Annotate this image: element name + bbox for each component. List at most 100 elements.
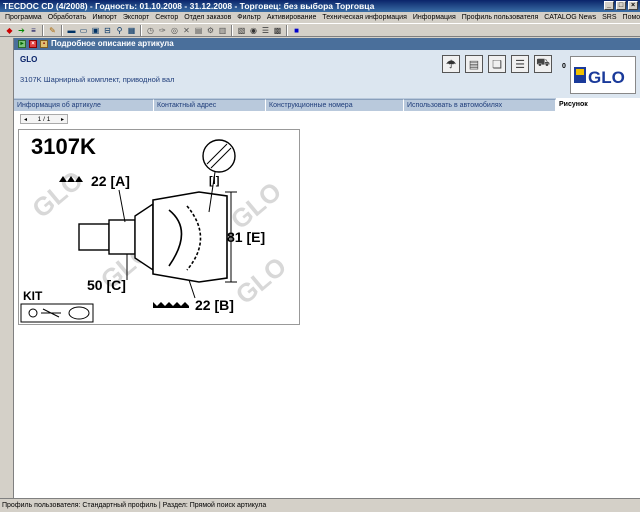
list-button[interactable]: ☰ [511, 55, 529, 73]
tab-drawing[interactable]: Рисунок [556, 98, 640, 111]
watermark-3: GLO [225, 176, 287, 235]
next-image-button[interactable]: ▸ [58, 116, 67, 123]
menu-help[interactable]: Помощь [620, 12, 640, 23]
dimension-i: [I] [209, 175, 220, 187]
cart-counter: 0 [562, 63, 566, 70]
note-button[interactable]: ☂ [442, 55, 460, 73]
dimension-b-leader [188, 279, 196, 299]
toolbar-separator [140, 24, 142, 36]
menu-tech-info[interactable]: Техническая информация [319, 12, 410, 23]
window-title-bar: TECDOC CD (4/2008) - Годность: 01.10.200… [0, 0, 640, 12]
list-icon[interactable]: ☰ [260, 25, 271, 36]
diamond-icon[interactable]: ◆ [4, 25, 15, 36]
tire-icon[interactable]: ◉ [248, 25, 259, 36]
axle-icon[interactable]: ⊟ [102, 25, 113, 36]
part-drawing-frame: GLO GLO GLO GLO 3107K [I] 22 [A] 50 [C] … [18, 129, 300, 325]
bars-icon[interactable]: ≡ [28, 25, 39, 36]
menu-activation[interactable]: Активирование [264, 12, 320, 23]
menu-process[interactable]: Обработать [45, 12, 90, 23]
joint-body [152, 191, 228, 283]
database-icon[interactable]: ▩ [272, 25, 283, 36]
dimension-a-leader [118, 189, 126, 223]
article-description: 3107K Шарнирный комплект, приводной вал [20, 75, 175, 84]
menu-sector[interactable]: Сектор [152, 12, 181, 23]
panel-header: ▸ × ▪ Подробное описание артикула [14, 38, 640, 50]
tab-bar: Информация об артикуле Контактный адрес … [14, 98, 640, 111]
dimension-a: 22 [A] [91, 173, 130, 189]
article-action-buttons: ☂ ▤ ❏ ☰ ⛟ [442, 55, 552, 73]
dimension-b: 22 [B] [195, 297, 234, 313]
spline-b-icon [153, 302, 189, 308]
copy-button[interactable]: ❏ [488, 55, 506, 73]
menu-bar: Программа Обработать Импорт Экспорт Сект… [0, 12, 640, 23]
parts-icon[interactable]: ▦ [126, 25, 137, 36]
tab-construction-numbers[interactable]: Конструкционные номера [266, 99, 404, 111]
toolbar-separator [42, 24, 44, 36]
watermark-4: GLO [230, 251, 292, 310]
close-button[interactable]: × [628, 1, 638, 10]
gear-icon[interactable]: ⚙ [205, 25, 216, 36]
pager-text: 1 / 1 [37, 115, 51, 123]
dimension-c: 50 [C] [87, 277, 126, 293]
detail-circle [202, 139, 236, 173]
maximize-button[interactable]: □ [616, 1, 626, 10]
tab-vehicle-usage[interactable]: Использовать в автомобилях [404, 99, 556, 111]
car-icon[interactable]: ▬ [66, 25, 77, 36]
part-drawing: GLO GLO GLO GLO 3107K [I] 22 [A] 50 [C] … [20, 134, 292, 323]
truck-icon[interactable]: ▭ [78, 25, 89, 36]
note-icon: ☂ [446, 58, 456, 71]
window-title: TECDOC CD (4/2008) - Годность: 01.10.200… [3, 1, 375, 11]
cart-icon: ⛟ [536, 57, 550, 69]
toolbar-separator [286, 24, 288, 36]
kit-label: KIT [23, 289, 43, 303]
menu-import[interactable]: Импорт [89, 12, 119, 23]
arrow-right-icon[interactable]: ➔ [16, 25, 27, 36]
engine-icon[interactable]: ▣ [90, 25, 101, 36]
menu-srs[interactable]: SRS [599, 12, 619, 23]
document-button[interactable]: ▤ [465, 55, 483, 73]
supplier-logo: GLO [570, 56, 636, 94]
magnifier-icon[interactable]: ⚲ [114, 25, 125, 36]
menu-filter[interactable]: Фильтр [234, 12, 264, 23]
tab-contact-address[interactable]: Контактный адрес [154, 99, 266, 111]
minimize-button[interactable]: _ [604, 1, 614, 10]
part-number: 3107K [31, 134, 96, 159]
menu-user-profile[interactable]: Профиль пользователя [459, 12, 542, 23]
toolbar-separator [231, 24, 233, 36]
article-info-area: GLO 3107K Шарнирный комплект, приводной … [14, 50, 640, 98]
tab-article-info[interactable]: Информация об артикуле [14, 99, 154, 111]
globe-icon[interactable]: ◎ [169, 25, 180, 36]
prev-image-button[interactable]: ◂ [21, 116, 30, 123]
toolbar-separator [61, 24, 63, 36]
panel-folder-icon: ▪ [40, 40, 48, 48]
glo-logo-icon: GLO [572, 59, 634, 91]
list-view-icon: ☰ [515, 58, 525, 71]
logo-text: GLO [588, 68, 625, 87]
copy-icon: ❏ [492, 58, 502, 71]
panel-title: Подробное описание артикула [51, 39, 174, 48]
book-icon[interactable]: ■ [291, 25, 302, 36]
dimension-e: 81 [E] [227, 229, 265, 245]
menu-catalog-news[interactable]: CATALOG News [541, 12, 599, 23]
panel-close-icon[interactable]: × [29, 40, 37, 48]
print-icon[interactable]: ▧ [236, 25, 247, 36]
wrench-icon[interactable]: ✑ [157, 25, 168, 36]
watermark-1: GLO [26, 165, 88, 224]
menu-information[interactable]: Информация [410, 12, 459, 23]
add-to-cart-button[interactable]: ⛟ [534, 55, 552, 73]
menu-program[interactable]: Программа [2, 12, 45, 23]
drawing-content: ◂ 1 / 1 ▸ GLO GLO GLO GLO 3107K [I] 22 [… [14, 111, 640, 498]
menu-orders[interactable]: Отдел заказов [181, 12, 234, 23]
panel-menu-icon[interactable]: ▸ [18, 40, 26, 48]
image-icon[interactable]: ▤ [193, 25, 204, 36]
pencil-icon[interactable]: ✎ [47, 25, 58, 36]
clock-icon[interactable]: ◷ [145, 25, 156, 36]
table-icon[interactable]: ▥ [217, 25, 228, 36]
toolbar: ◆ ➔ ≡ ✎ ▬ ▭ ▣ ⊟ ⚲ ▦ ◷ ✑ ◎ ✕ ▤ ⚙ ▥ ▧ ◉ ☰ … [0, 23, 640, 37]
supplier-name: GLO [20, 55, 38, 64]
menu-export[interactable]: Экспорт [120, 12, 152, 23]
tools-icon[interactable]: ✕ [181, 25, 192, 36]
window-controls: _ □ × [604, 1, 638, 10]
image-pager: ◂ 1 / 1 ▸ [20, 114, 68, 124]
document-icon: ▤ [468, 58, 480, 71]
